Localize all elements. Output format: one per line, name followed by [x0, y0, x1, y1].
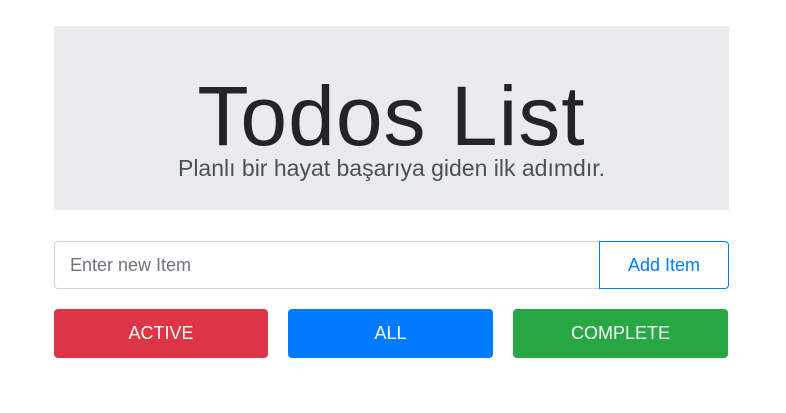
page-subtitle: Planlı bir hayat başarıya giden ilk adım… — [177, 155, 605, 181]
new-item-input[interactable] — [54, 241, 599, 289]
filter-active-button[interactable]: ACTIVE — [54, 309, 268, 358]
filter-all-button[interactable]: ALL — [288, 309, 493, 358]
add-item-button[interactable]: Add Item — [599, 241, 729, 289]
page-title: Todos List — [197, 69, 586, 163]
header-jumbotron: Todos List Planlı bir hayat başarıya gid… — [54, 26, 729, 210]
new-item-form: Add Item — [54, 241, 729, 289]
filter-complete-button[interactable]: COMPLETE — [513, 309, 728, 358]
